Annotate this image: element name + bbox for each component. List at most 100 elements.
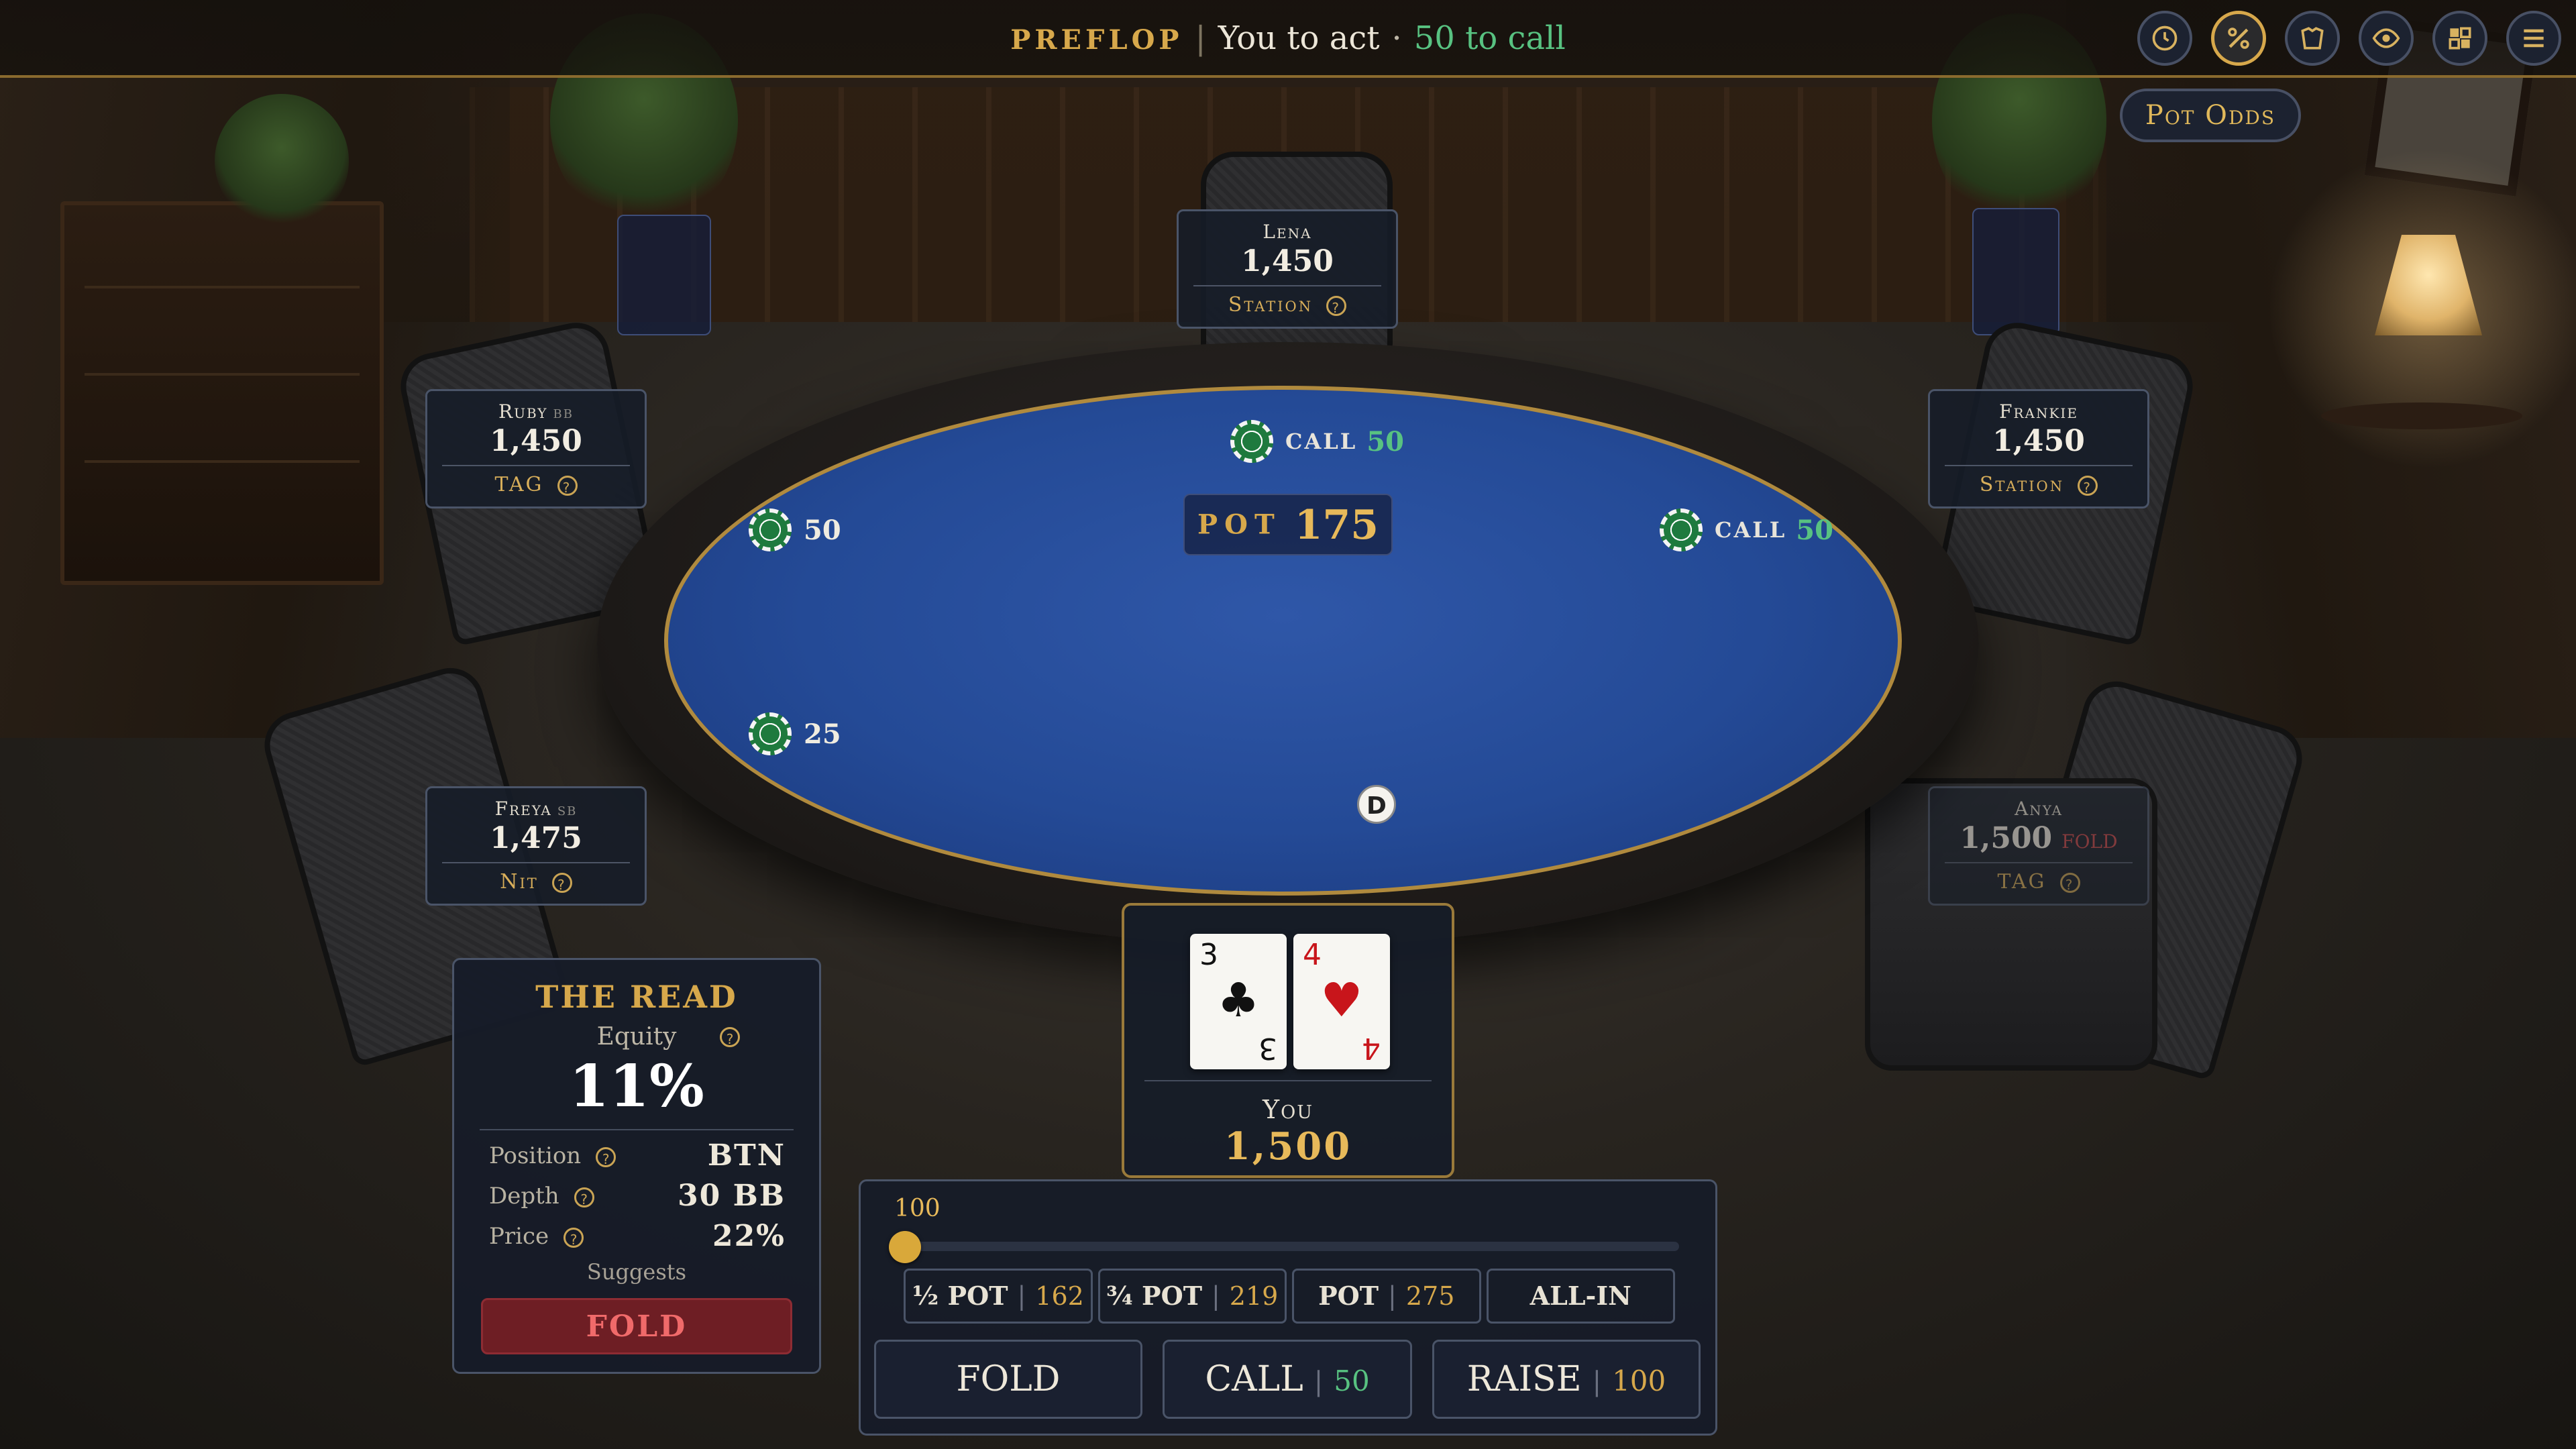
suggests-label: Suggests	[586, 1259, 687, 1285]
player-stack: 1,450	[1241, 244, 1334, 278]
card-rank: 4	[1362, 1031, 1381, 1065]
player-name: Anya	[2015, 798, 2063, 820]
call-button[interactable]: CALL | 50	[1163, 1340, 1412, 1419]
layout-icon[interactable]	[2432, 11, 2487, 66]
chip-icon	[1660, 508, 1703, 551]
player-tag: TAG?	[427, 473, 645, 496]
divider	[442, 862, 630, 863]
side-table	[2321, 402, 2522, 429]
card-rank: 3	[1258, 1031, 1277, 1065]
hero-stack: 1,500	[1224, 1124, 1352, 1169]
bet-label: CALL	[1715, 517, 1787, 543]
bet-slider-track[interactable]	[901, 1242, 1679, 1251]
equity-label: Equity?	[454, 1023, 819, 1051]
seat-freya[interactable]: Freya SB 1,475 Nit?	[425, 786, 647, 906]
preset-label: ¾ POT	[1106, 1281, 1202, 1311]
preset-label: ALL-IN	[1529, 1281, 1631, 1311]
divider	[1144, 1080, 1432, 1081]
player-stack-value: 1,500	[1960, 821, 2053, 855]
heart-icon: ♥	[1320, 973, 1363, 1028]
plant-decoration	[215, 94, 349, 228]
seat-ruby[interactable]: Ruby BB 1,450 TAG?	[425, 389, 647, 508]
position-badge: SB	[557, 804, 578, 818]
help-icon[interactable]: ?	[557, 476, 578, 496]
menu-icon[interactable]	[2506, 11, 2561, 66]
chip-icon	[749, 508, 792, 551]
player-tag-label: TAG	[494, 473, 544, 496]
bet-frankie: CALL 50	[1660, 508, 1833, 551]
preset-label: ½ POT	[912, 1281, 1008, 1311]
divider	[1945, 862, 2133, 863]
eye-icon[interactable]	[2359, 11, 2414, 66]
card-rank: 3	[1199, 938, 1218, 972]
bet-freya: 25	[749, 712, 841, 755]
pot-odds-tooltip: Pot Odds	[2120, 89, 2301, 142]
row-value: BTN	[707, 1138, 786, 1173]
pot-label: POT	[1197, 508, 1281, 541]
button-separator: |	[1313, 1366, 1324, 1397]
call-amount: 50	[1334, 1364, 1370, 1397]
read-row-depth: Depth? 30 BB	[489, 1179, 786, 1223]
player-name: Lena	[1263, 221, 1312, 243]
help-icon[interactable]: ?	[2078, 476, 2098, 496]
dealer-button: D	[1357, 785, 1396, 824]
raise-amount: 100	[1612, 1364, 1666, 1397]
hole-card[interactable]: 3 ♣ 3	[1190, 934, 1287, 1069]
raise-button[interactable]: RAISE | 100	[1432, 1340, 1701, 1419]
preset-label: POT	[1318, 1281, 1379, 1311]
help-icon[interactable]: ?	[2059, 873, 2080, 893]
hole-card[interactable]: 4 ♥ 4	[1293, 934, 1390, 1069]
hero-seat: 3 ♣ 3 4 ♥ 4 You 1,500	[1122, 903, 1454, 1178]
bet-amount: 50	[804, 514, 841, 546]
divider	[442, 465, 630, 466]
action-buttons: FOLD CALL | 50 RAISE | 100	[874, 1340, 1706, 1419]
equity-value: 11%	[569, 1053, 704, 1120]
seat-lena[interactable]: Lena 1,450 Station?	[1177, 209, 1398, 329]
player-name-label: Ruby	[498, 400, 548, 423]
to-act-label: You to act	[1218, 19, 1380, 57]
seat-anya[interactable]: Anya 1,500 FOLD TAG?	[1928, 786, 2149, 906]
help-icon[interactable]: ?	[564, 1228, 584, 1248]
preset-value: 219	[1229, 1281, 1279, 1311]
suggested-fold-badge: FOLD	[481, 1298, 792, 1354]
half-pot-button[interactable]: ½ POT | 162	[904, 1269, 1093, 1324]
divider	[1193, 285, 1381, 286]
bet-amount: 25	[804, 718, 841, 750]
three-quarter-pot-button[interactable]: ¾ POT | 219	[1097, 1269, 1287, 1324]
side-cabinet	[60, 201, 384, 585]
help-icon[interactable]: ?	[551, 873, 572, 893]
divider	[480, 1129, 794, 1130]
street-label: PREFLOP	[1010, 24, 1183, 56]
hand-rankings-icon[interactable]	[2285, 11, 2340, 66]
preset-separator: |	[1388, 1281, 1397, 1311]
help-icon[interactable]: ?	[574, 1187, 594, 1208]
seat-frankie[interactable]: Frankie 1,450 Station?	[1928, 389, 2149, 508]
all-in-button[interactable]: ALL-IN	[1486, 1269, 1675, 1324]
help-icon[interactable]: ?	[1326, 296, 1347, 316]
fold-button[interactable]: FOLD	[874, 1340, 1142, 1419]
to-call-label: 50 to call	[1413, 19, 1566, 57]
player-name-label: Freya	[494, 798, 552, 820]
help-icon[interactable]: ?	[596, 1147, 616, 1167]
preset-value: 275	[1405, 1281, 1455, 1311]
bet-slider-thumb[interactable]	[889, 1231, 921, 1263]
raise-label: RAISE	[1466, 1359, 1582, 1399]
player-name: Freya SB	[427, 798, 645, 820]
player-tag: Station?	[1179, 293, 1396, 317]
clock-icon[interactable]	[2137, 11, 2192, 66]
read-title: THE READ	[535, 979, 738, 1015]
call-label: CALL	[1205, 1359, 1303, 1399]
player-tag-label: Station	[1228, 293, 1313, 317]
row-value: 30 BB	[678, 1179, 786, 1213]
percent-icon[interactable]	[2211, 11, 2266, 66]
equity-label-text: Equity	[596, 1023, 677, 1051]
player-tag-label: Nit	[500, 870, 539, 894]
bet-amount: 50	[1366, 425, 1404, 458]
player-stack: 1,450	[1992, 424, 2085, 458]
bet-slider-value: 100	[894, 1195, 941, 1222]
row-value: 22%	[712, 1219, 786, 1253]
help-icon[interactable]: ?	[720, 1027, 740, 1047]
pot-button[interactable]: POT | 275	[1292, 1269, 1481, 1324]
player-tag: Nit?	[427, 870, 645, 894]
card-rank: 4	[1303, 938, 1322, 972]
